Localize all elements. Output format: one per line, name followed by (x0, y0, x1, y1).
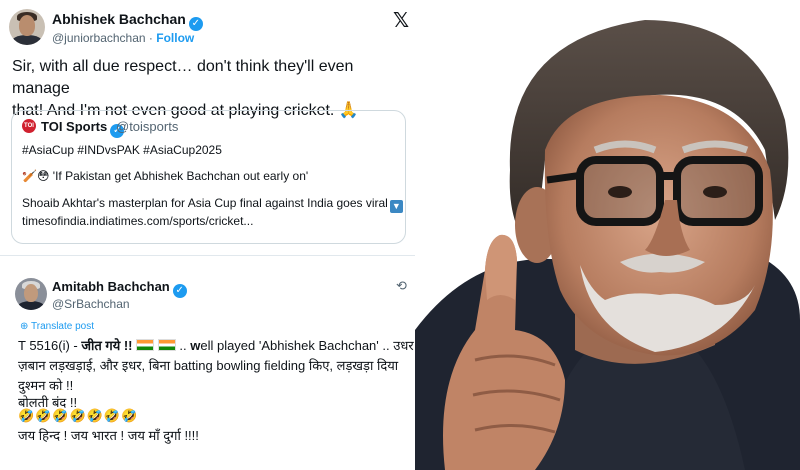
x-logo-icon[interactable]: 𝕏 (393, 8, 409, 33)
avatar-face (19, 15, 35, 37)
abhishek-handle-row: @juniorbachchan · Follow (52, 31, 194, 45)
dots-text: .. (175, 338, 191, 353)
author-name-text: Amitabh Bachchan (52, 279, 170, 294)
bold-text: जीत गये !! (81, 338, 133, 353)
verified-badge-icon: ✓ (172, 284, 187, 298)
tweet-column: Abhishek Bachchan ✓ @juniorbachchan · Fol… (0, 0, 415, 470)
amitabh-avatar[interactable] (15, 278, 47, 310)
amitabh-text-line-3: दुश्मन को !! (18, 378, 74, 393)
separator-dot: · (148, 31, 153, 45)
avatar-face (23, 283, 39, 303)
india-flag-icon (136, 339, 155, 351)
avatar-shirt (10, 34, 44, 45)
quote-link[interactable]: timesofindia.indiatimes.com/sports/crick… (22, 214, 253, 228)
quote-author-handle[interactable]: @toisports (116, 119, 178, 134)
amitabh-name[interactable]: Amitabh Bachchan ✓ (52, 279, 187, 298)
line-text: ell played 'Abhishek Bachchan' .. उधर (200, 338, 414, 353)
amitabh-tweet[interactable]: Amitabh Bachchan ✓ @SrBachchan ⟲ ⊕ Transl… (0, 256, 415, 470)
amitabh-text-line-1: T 5516(i) - जीत गये !! .. well played 'A… (18, 336, 414, 354)
repost-icon[interactable]: ⟲ (396, 278, 407, 294)
portrait-illustration (415, 0, 800, 470)
screenshot-root: Abhishek Bachchan ✓ @juniorbachchan · Fol… (0, 0, 800, 470)
follow-button[interactable]: Follow (156, 31, 194, 45)
quote-author-name[interactable]: TOI Sports ✓ (41, 119, 125, 138)
amitabh-photo (415, 0, 800, 470)
quote-hashtags[interactable]: #AsiaCup #INDvsPAK #AsiaCup2025 (22, 143, 222, 157)
quote-headline: 🏏😳 'If Pakistan get Abhishek Bachchan ou… (22, 169, 309, 183)
quoted-tweet-card[interactable]: TOI TOI Sports ✓ @toisports #AsiaCup #IND… (11, 110, 406, 244)
india-flag-icon (157, 339, 176, 351)
abhishek-name[interactable]: Abhishek Bachchan ✓ (52, 11, 203, 31)
translate-post-link[interactable]: ⊕ Translate post (20, 321, 94, 332)
quote-description: Shoaib Akhtar's masterplan for Asia Cup … (22, 196, 403, 213)
bold-w: w (190, 338, 201, 353)
avatar-shirt (16, 301, 46, 310)
tweet-text-line: Sir, with all due respect… don't think t… (12, 58, 354, 97)
quote-description-text: Shoaib Akhtar's masterplan for Asia Cup … (22, 196, 388, 210)
translate-label: Translate post (31, 321, 94, 332)
verified-badge-icon: ✓ (188, 17, 203, 31)
abhishek-avatar[interactable] (9, 9, 45, 45)
amitabh-handle[interactable]: @SrBachchan (52, 297, 130, 311)
author-handle[interactable]: @juniorbachchan (52, 31, 146, 45)
laughing-emoji-row: 🤣🤣🤣🤣🤣🤣🤣 (18, 408, 139, 423)
globe-icon: ⊕ (20, 321, 29, 332)
quote-name-text: TOI Sports (41, 119, 108, 134)
amitabh-text-line-6: जय हिन्द ! जय भारत ! जय माँ दुर्गा !!!! (18, 428, 199, 443)
abhishek-tweet[interactable]: Abhishek Bachchan ✓ @juniorbachchan · Fol… (0, 0, 415, 252)
amitabh-text-line-2: ज़बान लड़खड़ाई, और इधर, बिना batting bow… (18, 358, 399, 373)
down-arrow-icon: ▼ (389, 200, 403, 213)
author-name-text: Abhishek Bachchan (52, 11, 186, 27)
tweet-number: T 5516(i) - (18, 338, 82, 353)
toi-logo-icon: TOI (22, 119, 36, 133)
